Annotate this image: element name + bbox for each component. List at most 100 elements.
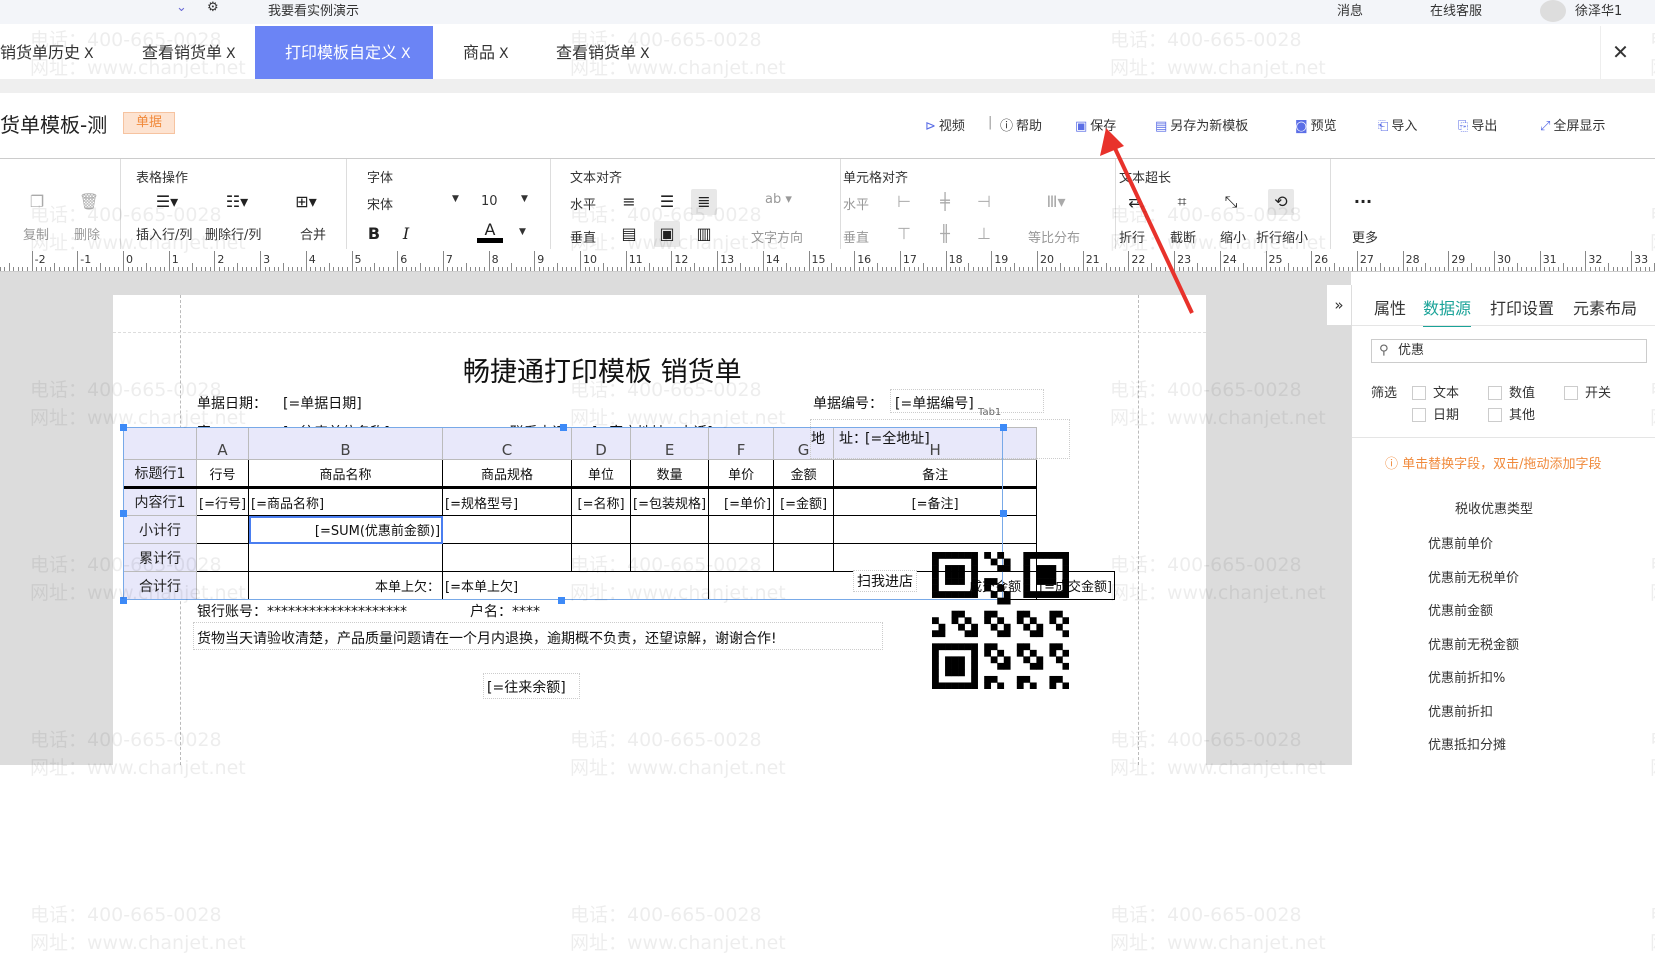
- help-button[interactable]: ⓘ 帮助: [1000, 115, 1042, 134]
- align-left-icon[interactable]: ≡: [616, 189, 642, 215]
- table-cell[interactable]: [773, 543, 835, 572]
- fullscreen-button[interactable]: ⤢ 全屏显示: [1540, 115, 1605, 134]
- resize-handle[interactable]: [120, 424, 127, 431]
- table-cell[interactable]: [630, 543, 710, 572]
- balance-field[interactable]: [=往来余额]: [487, 677, 566, 697]
- column-header[interactable]: F: [708, 427, 775, 460]
- messages-link[interactable]: 消息: [1337, 0, 1363, 19]
- avatar[interactable]: [1540, 0, 1566, 22]
- cell-valign-middle-icon[interactable]: ╫: [932, 221, 958, 247]
- table-cell[interactable]: 数量: [630, 459, 710, 489]
- table-cell[interactable]: 商品名称: [248, 459, 444, 489]
- resize-handle[interactable]: [1000, 510, 1007, 517]
- table-cell[interactable]: [=规格型号]: [442, 487, 573, 516]
- wrap-button[interactable]: 折行: [1119, 227, 1145, 246]
- shrink-button[interactable]: 缩小: [1220, 227, 1246, 246]
- wrap-icon[interactable]: ⇄: [1122, 189, 1148, 215]
- close-all-icon[interactable]: ✕: [1600, 26, 1640, 79]
- field-item[interactable]: 优惠前无税金额: [1428, 634, 1519, 653]
- resize-handle[interactable]: [120, 597, 127, 604]
- cell-align-left-icon[interactable]: ⊢: [891, 189, 917, 215]
- table-cell[interactable]: [773, 515, 835, 544]
- ruler[interactable]: -2 -1 0 1 2 3 4 5 6 7 8 9 10 11 12 13 14 15 16 17 18 19 20 21 22…: [0, 250, 1655, 272]
- delete-button[interactable]: 删除: [74, 224, 100, 243]
- user-name[interactable]: 徐泽华1: [1575, 0, 1622, 19]
- table-cell[interactable]: [708, 515, 775, 544]
- table-cell[interactable]: [248, 543, 444, 572]
- resize-handle[interactable]: [558, 597, 565, 604]
- table-cell[interactable]: 单位: [571, 459, 632, 489]
- cut-icon[interactable]: ⌗: [1169, 189, 1195, 215]
- close-icon[interactable]: X: [226, 46, 236, 62]
- date-field[interactable]: [=单据日期]: [283, 393, 362, 413]
- filter-date-checkbox[interactable]: 日期: [1412, 404, 1459, 423]
- table-cell[interactable]: 单价: [708, 459, 775, 489]
- table-cell[interactable]: [=包装规格]: [630, 487, 710, 516]
- column-header[interactable]: D: [571, 427, 632, 460]
- table-cell[interactable]: [442, 543, 573, 572]
- table-cell[interactable]: 金额: [773, 459, 835, 489]
- column-header[interactable]: C: [442, 427, 573, 460]
- table-cell[interactable]: [571, 515, 632, 544]
- merge-button[interactable]: 合并: [300, 224, 326, 243]
- table-cell[interactable]: [=金额]: [773, 487, 835, 516]
- insert-row-col-button[interactable]: 插入行/列: [136, 224, 192, 243]
- distribute-button[interactable]: 等比分布: [1028, 227, 1080, 246]
- scan-label[interactable]: 扫我进店: [853, 570, 917, 592]
- column-header[interactable]: E: [630, 427, 710, 460]
- tab-print-settings[interactable]: 打印设置: [1490, 295, 1554, 319]
- filter-other-checkbox[interactable]: 其他: [1488, 404, 1535, 423]
- valign-middle-icon[interactable]: ▣: [654, 221, 680, 247]
- cell-valign-top-icon[interactable]: ⊤: [891, 221, 917, 247]
- caret-down-icon[interactable]: ▼: [519, 227, 526, 237]
- text-direction-icon[interactable]: ab ▾: [765, 192, 792, 207]
- distribute-icon[interactable]: Ⅲ▾: [1036, 189, 1076, 215]
- field-item[interactable]: 优惠前单价: [1428, 533, 1493, 552]
- field-item[interactable]: 优惠前无税单价: [1428, 567, 1519, 586]
- align-center-icon[interactable]: ☰: [654, 189, 680, 215]
- text-direction-button[interactable]: 文字方向: [751, 227, 803, 246]
- table-cell[interactable]: [=单价]: [708, 487, 775, 516]
- close-icon[interactable]: X: [640, 46, 650, 62]
- selected-cell[interactable]: [=SUM(优惠前金额)]: [248, 515, 444, 544]
- merge-icon[interactable]: ⊞▾: [293, 189, 319, 215]
- copy-button[interactable]: 复制: [23, 224, 49, 243]
- support-link[interactable]: 在线客服: [1430, 0, 1482, 19]
- tab-products[interactable]: 商品 X: [463, 26, 509, 79]
- table-cell[interactable]: [708, 543, 775, 572]
- notice-text[interactable]: 货物当天请验收清楚，产品质量问题请在一个月内退换，逾期概不负责，还望谅解，谢谢合…: [197, 628, 777, 648]
- valign-bottom-icon[interactable]: ▥: [691, 221, 717, 247]
- tab-sales-history[interactable]: 销货单历史 X: [0, 26, 94, 79]
- doc-no-label[interactable]: 单据编号：: [813, 393, 883, 413]
- tab-view-sales-2[interactable]: 查看销货单 X: [556, 26, 650, 79]
- tab-layout[interactable]: 元素布局: [1573, 295, 1637, 319]
- demo-link[interactable]: 我要看实例演示: [268, 0, 359, 19]
- filter-text-checkbox[interactable]: 文本: [1412, 382, 1459, 401]
- table-cell[interactable]: [=商品名称]: [248, 487, 444, 516]
- cut-button[interactable]: 截断: [1170, 227, 1196, 246]
- delete-row-col-button[interactable]: 删除行/列: [205, 224, 261, 243]
- table-cell[interactable]: 行号: [195, 459, 250, 489]
- more-button[interactable]: 更多: [1352, 227, 1378, 246]
- gear-icon[interactable]: ⚙: [207, 0, 219, 15]
- font-size-select[interactable]: 10 ▼: [481, 194, 531, 209]
- cell-valign-bottom-icon[interactable]: ⊥: [971, 221, 997, 247]
- video-button[interactable]: ⊳ 视频: [925, 115, 965, 134]
- field-item[interactable]: 优惠前金额: [1428, 600, 1493, 619]
- filter-switch-checkbox[interactable]: 开关: [1564, 382, 1611, 401]
- tab-print-template[interactable]: 打印模板自定义 X: [255, 26, 433, 79]
- field-item[interactable]: 优惠抵扣分摊: [1428, 734, 1506, 753]
- insert-row-icon[interactable]: ☰▾: [154, 189, 180, 215]
- qr-code[interactable]: [932, 552, 1069, 689]
- tab-datasource[interactable]: 数据源: [1423, 295, 1472, 327]
- cell-align-right-icon[interactable]: ⊣: [971, 189, 997, 215]
- font-color-icon[interactable]: A: [477, 219, 503, 243]
- bold-icon[interactable]: B: [361, 221, 387, 247]
- form-title[interactable]: 畅捷通打印模板 销货单: [463, 350, 742, 389]
- table-cell[interactable]: [442, 515, 573, 544]
- row-header[interactable]: 累计行: [123, 543, 197, 572]
- table-cell[interactable]: [=本单上欠]: [442, 571, 710, 600]
- field-search-input[interactable]: ⚲ 优惠: [1371, 339, 1647, 363]
- table-cell[interactable]: [=名称]: [571, 487, 632, 516]
- table-cell[interactable]: [571, 543, 632, 572]
